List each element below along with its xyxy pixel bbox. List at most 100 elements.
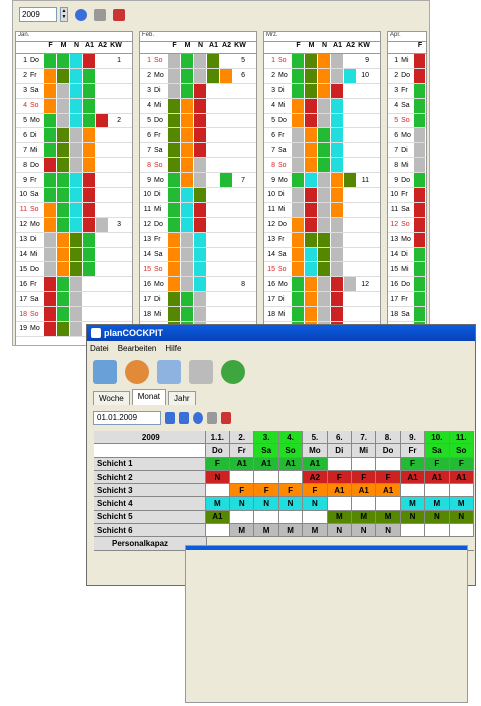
shift-cell[interactable]	[318, 128, 331, 143]
shift-cell[interactable]	[344, 173, 357, 188]
shift-cell[interactable]	[194, 232, 207, 247]
shift-cell[interactable]	[168, 83, 181, 98]
shift-cell[interactable]	[83, 143, 96, 158]
shift-cell[interactable]: N	[303, 497, 328, 510]
shift-cell[interactable]: M	[205, 497, 231, 510]
shift-cell[interactable]	[331, 54, 344, 68]
shift-cell[interactable]	[305, 128, 318, 143]
shift-cell[interactable]	[83, 54, 96, 68]
shift-cell[interactable]	[292, 292, 305, 307]
shift-cell[interactable]	[207, 217, 220, 232]
shift-cell[interactable]	[331, 113, 344, 128]
shift-cell[interactable]	[83, 247, 96, 262]
shift-cell[interactable]	[207, 292, 220, 307]
shift-cell[interactable]	[207, 98, 220, 113]
shift-cell[interactable]	[376, 457, 401, 470]
shift-cell[interactable]	[292, 128, 305, 143]
shift-cell[interactable]: A1	[278, 457, 304, 470]
shift-cell[interactable]	[292, 113, 305, 128]
print-icon[interactable]	[207, 412, 217, 424]
shift-cell[interactable]	[305, 188, 318, 202]
shift-cell[interactable]	[344, 262, 357, 277]
shift-cell[interactable]	[44, 202, 57, 217]
shift-cell[interactable]	[318, 202, 331, 217]
shift-cell[interactable]	[207, 262, 220, 277]
shift-cell[interactable]	[57, 277, 70, 292]
shift-cell[interactable]	[344, 202, 357, 217]
shift-cell[interactable]	[425, 524, 450, 537]
shift-cell[interactable]	[344, 83, 357, 98]
prev-arrow-icon[interactable]	[165, 412, 175, 424]
exit-icon[interactable]	[93, 360, 117, 384]
shift-cell[interactable]	[318, 188, 331, 202]
shift-cell[interactable]	[207, 68, 220, 83]
shift-cell[interactable]	[181, 83, 194, 98]
shift-cell[interactable]	[318, 292, 331, 307]
shift-cell[interactable]	[83, 113, 96, 128]
shift-cell[interactable]	[194, 202, 207, 217]
shift-cell[interactable]: M	[278, 524, 304, 537]
shift-cell[interactable]	[194, 83, 207, 98]
shift-cell[interactable]: N	[278, 497, 304, 510]
shift-cell[interactable]	[168, 247, 181, 262]
shift-cell[interactable]	[194, 262, 207, 277]
shift-cell[interactable]	[344, 277, 357, 292]
shift-cell[interactable]	[331, 277, 344, 292]
shift-cell[interactable]	[305, 143, 318, 158]
shift-cell[interactable]	[344, 54, 357, 68]
shift-cell[interactable]	[44, 322, 57, 336]
shift-cell[interactable]	[327, 457, 352, 470]
shift-cell[interactable]	[305, 292, 318, 307]
shift-cell[interactable]	[344, 113, 357, 128]
shift-cell[interactable]: F	[376, 470, 401, 484]
shift-cell[interactable]	[220, 262, 233, 277]
shift-cell[interactable]	[344, 188, 357, 202]
shift-cell[interactable]	[194, 173, 207, 188]
shift-cell[interactable]	[278, 470, 304, 484]
shift-cell[interactable]	[305, 247, 318, 262]
shift-cell[interactable]	[318, 232, 331, 247]
shift-cell[interactable]	[44, 113, 57, 128]
shift-cell[interactable]	[207, 307, 220, 322]
shift-cell[interactable]	[344, 128, 357, 143]
shift-cell[interactable]: M	[449, 497, 474, 510]
shift-cell[interactable]	[220, 307, 233, 322]
shift-cell[interactable]	[305, 158, 318, 173]
shift-cell[interactable]	[70, 188, 83, 202]
shift-cell[interactable]	[194, 277, 207, 292]
shift-cell[interactable]	[70, 277, 83, 292]
shift-cell[interactable]	[413, 217, 426, 232]
shift-cell[interactable]	[57, 158, 70, 173]
shift-cell[interactable]	[44, 292, 57, 307]
shift-cell[interactable]	[96, 143, 109, 158]
shift-cell[interactable]	[181, 262, 194, 277]
shift-cell[interactable]	[181, 232, 194, 247]
shift-cell[interactable]	[292, 83, 305, 98]
shift-cell[interactable]	[194, 143, 207, 158]
shift-cell[interactable]	[344, 217, 357, 232]
shift-cell[interactable]	[220, 202, 233, 217]
shift-cell[interactable]	[96, 113, 109, 128]
shift-cell[interactable]	[96, 247, 109, 262]
shift-cell[interactable]	[44, 143, 57, 158]
calendar-view-icon[interactable]	[157, 360, 181, 384]
shift-cell[interactable]	[83, 68, 96, 83]
shift-cell[interactable]	[44, 262, 57, 277]
shift-cell[interactable]: F	[400, 457, 426, 470]
shift-cell[interactable]	[168, 54, 181, 68]
shift-cell[interactable]	[57, 128, 70, 143]
shift-cell[interactable]	[57, 173, 70, 188]
shift-cell[interactable]	[331, 173, 344, 188]
shift-cell[interactable]: F	[449, 457, 474, 470]
shift-cell[interactable]	[96, 54, 109, 68]
shift-cell[interactable]	[70, 54, 83, 68]
shift-cell[interactable]	[57, 292, 70, 307]
shift-cell[interactable]	[327, 497, 352, 510]
shift-cell[interactable]	[44, 307, 57, 322]
shift-cell[interactable]	[70, 113, 83, 128]
shift-cell[interactable]	[168, 262, 181, 277]
user-icon[interactable]	[125, 360, 149, 384]
shift-cell[interactable]: F	[254, 484, 279, 497]
shift-cell[interactable]	[207, 247, 220, 262]
shift-cell[interactable]	[292, 217, 305, 232]
